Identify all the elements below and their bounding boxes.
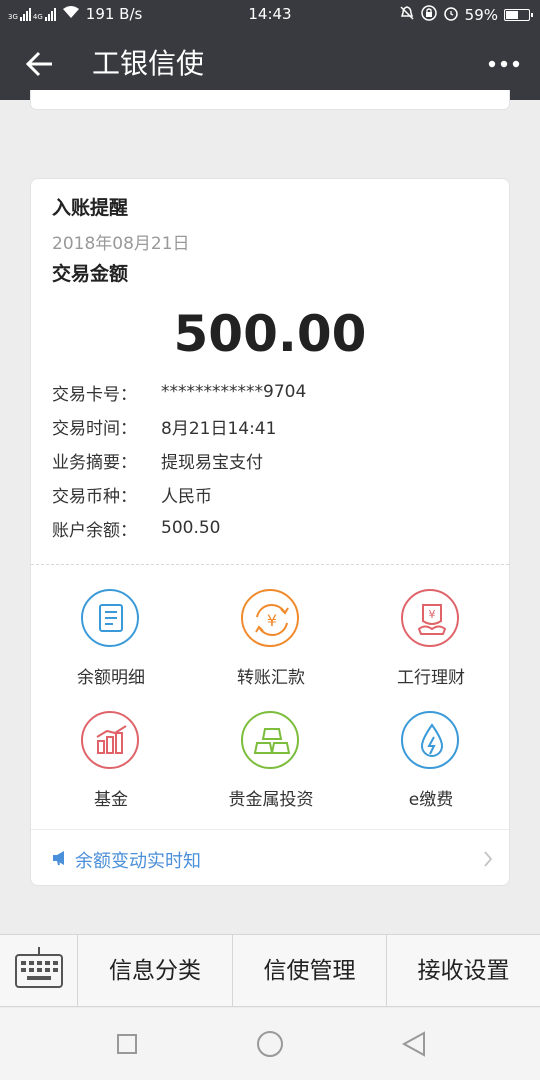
system-nav-bar <box>0 1008 540 1080</box>
detail-value: 提现易宝支付 <box>161 452 263 473</box>
detail-value: 人民币 <box>161 486 212 507</box>
menu-message-category[interactable]: 信息分类 <box>78 935 233 1007</box>
detail-value: ************9704 <box>161 382 307 402</box>
home-button[interactable] <box>254 1028 286 1060</box>
previous-message-card <box>30 90 510 110</box>
back-button[interactable] <box>22 46 62 82</box>
recent-apps-button[interactable] <box>111 1028 143 1060</box>
speaker-icon <box>51 850 69 870</box>
transaction-details: 交易卡号： ************9704 交易时间： 8月21日14:41 … <box>52 375 306 545</box>
lock-rotation-icon <box>420 5 437 25</box>
wealth-icon: ¥ <box>401 589 459 647</box>
svg-text:¥: ¥ <box>429 608 436 621</box>
statement-icon <box>81 589 139 647</box>
menu-messenger-management[interactable]: 信使管理 <box>233 935 387 1007</box>
detail-row-card-number: 交易卡号： ************9704 <box>52 375 306 409</box>
card-date: 2018年08月21日 <box>52 234 190 254</box>
service-label: e缴费 <box>408 790 454 810</box>
balance-notice-link[interactable]: 余额变动实时知 <box>31 829 509 887</box>
detail-key: 交易卡号： <box>52 384 137 405</box>
detail-row-balance: 账户余额： 500.50 <box>52 511 306 545</box>
gold-bars-icon <box>241 711 299 769</box>
fund-chart-icon <box>81 711 139 769</box>
detail-key: 业务摘要： <box>52 452 137 473</box>
bottom-menu: 信息分类 信使管理 接收设置 <box>0 934 540 1007</box>
alarm-icon <box>443 5 459 25</box>
service-label: 贵金属投资 <box>228 790 314 810</box>
water-drop-icon <box>401 711 459 769</box>
system-back-button[interactable] <box>398 1028 430 1060</box>
amount-label: 交易金额 <box>52 263 129 285</box>
balance-notice-text: 余额变动实时知 <box>75 851 201 872</box>
mute-icon <box>399 5 415 25</box>
status-bar: 3G 4G 191 B/s 14:43 59% <box>0 0 540 28</box>
menu-receive-settings[interactable]: 接收设置 <box>387 935 540 1007</box>
detail-value: 500.50 <box>161 518 221 538</box>
circle-icon <box>257 1031 283 1057</box>
service-label: 余额明细 <box>77 668 145 688</box>
keyboard-toggle-button[interactable] <box>0 935 78 1007</box>
detail-key: 交易币种： <box>52 486 137 507</box>
service-label: 基金 <box>94 790 128 810</box>
detail-key: 交易时间： <box>52 418 137 439</box>
service-label: 工行理财 <box>397 668 465 688</box>
battery-icon <box>504 9 533 21</box>
transfer-icon: ¥ <box>241 589 299 647</box>
detail-row-currency: 交易币种： 人民币 <box>52 477 306 511</box>
status-right: 59% <box>399 5 533 25</box>
back-arrow-icon <box>25 51 52 77</box>
detail-key: 账户余额： <box>52 520 137 541</box>
battery-percent: 59% <box>464 6 498 24</box>
keyboard-icon <box>15 947 63 988</box>
transaction-amount: 500.00 <box>173 305 367 363</box>
dashed-divider <box>31 564 509 565</box>
more-dots-icon <box>488 60 520 68</box>
square-icon <box>117 1034 137 1054</box>
detail-row-time: 交易时间： 8月21日14:41 <box>52 409 306 443</box>
detail-value: 8月21日14:41 <box>161 418 277 439</box>
message-card: 入账提醒 2018年08月21日 交易金额 500.00 交易卡号： *****… <box>30 178 510 886</box>
chevron-right-icon <box>483 850 493 872</box>
battery-fill <box>506 11 519 19</box>
card-title: 入账提醒 <box>52 197 129 219</box>
detail-row-summary: 业务摘要： 提现易宝支付 <box>52 443 306 477</box>
triangle-back-icon <box>401 1031 425 1057</box>
page-title: 工银信使 <box>92 47 205 80</box>
service-label: 转账汇款 <box>237 668 305 688</box>
more-button[interactable] <box>486 48 522 80</box>
svg-text:¥: ¥ <box>267 611 277 630</box>
